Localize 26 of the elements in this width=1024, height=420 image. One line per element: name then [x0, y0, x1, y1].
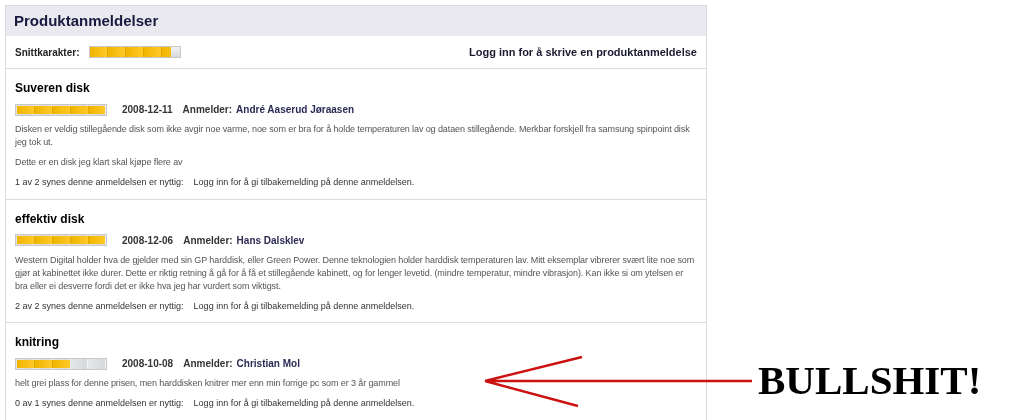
review-date: 2008-12-06 — [122, 233, 174, 248]
panel-title: Produktanmeldelser — [14, 10, 159, 31]
helpful-count: 0 av 1 synes denne anmeldelsen er nyttig: — [15, 397, 184, 410]
review-date: 2008-12-11 — [122, 103, 173, 117]
reviewer-name: Hans Dalsklev — [236, 233, 305, 248]
review-title: effektiv disk — [15, 210, 86, 228]
login-link[interactable]: Logg inn for å skrive en produktanmeldelse — [469, 43, 697, 61]
review-text: Disken er veldig stillegående disk som ikke avgir noe varme, noe som er bra for å holde temperaturen lav og dataen stillegående. Merkbar forskjell fra samsung spinpoint disk jeg tok ut. — [15, 123, 691, 149]
feedback-link[interactable]: Logg inn for å gi tilbakemelding på denne anmeldelsen. — [193, 299, 415, 313]
helpful-count: 1 av 2 synes denne anmeldelsen er nyttig: — [15, 176, 184, 189]
helpful-count: 2 av 2 synes denne anmeldelsen er nyttig: — [15, 299, 184, 313]
review-text: Dette er en disk jeg klart skal kjøpe flere av — [15, 156, 184, 169]
review-text: Western Digital holder hva de gjelder med sin GP harddisk, eller Green Power. Denne teknologien holder harddisk temperaturen lav. Mitt eksemplar vibrerer svært lite noe som gjør at kabinettet ikke durer. Dette er riktig retning å gå for å få et stillegående kabinett, og for lenger levetid. (mindre temperatur, mindre vibrasjon). Kan ikke si om ytelsen er bra eller ei desverre fordi det er ikke hva jeg har vurdert som viktigst. — [15, 253, 696, 293]
review-text: helt grei plass for denne prisen, men harddisken knitrer mer enn min forrige pc som er 3 år gammel — [15, 377, 401, 390]
feedback-link[interactable]: Logg inn for å gi tilbakemelding på denne anmeldelsen. — [193, 176, 415, 190]
average-label: Snittkarakter: — [15, 45, 80, 60]
review-title: Suveren disk — [15, 80, 91, 97]
reviewer-name: André Aaserud Jøraasen — [236, 103, 355, 117]
reviewer-label: Anmelder: — [183, 357, 233, 371]
reviewer-label: Anmelder: — [182, 103, 233, 117]
feedback-link[interactable]: Logg inn for å gi tilbakemelding på denne anmeldelsen. — [193, 397, 415, 411]
reviewer-label: Anmelder: — [183, 233, 233, 248]
reviewer-name: Christian Mol — [236, 357, 300, 371]
annotation-text: BULLSHIT! — [758, 360, 982, 401]
review-title: knitring — [15, 334, 60, 351]
review-date: 2008-10-08 — [122, 357, 174, 371]
